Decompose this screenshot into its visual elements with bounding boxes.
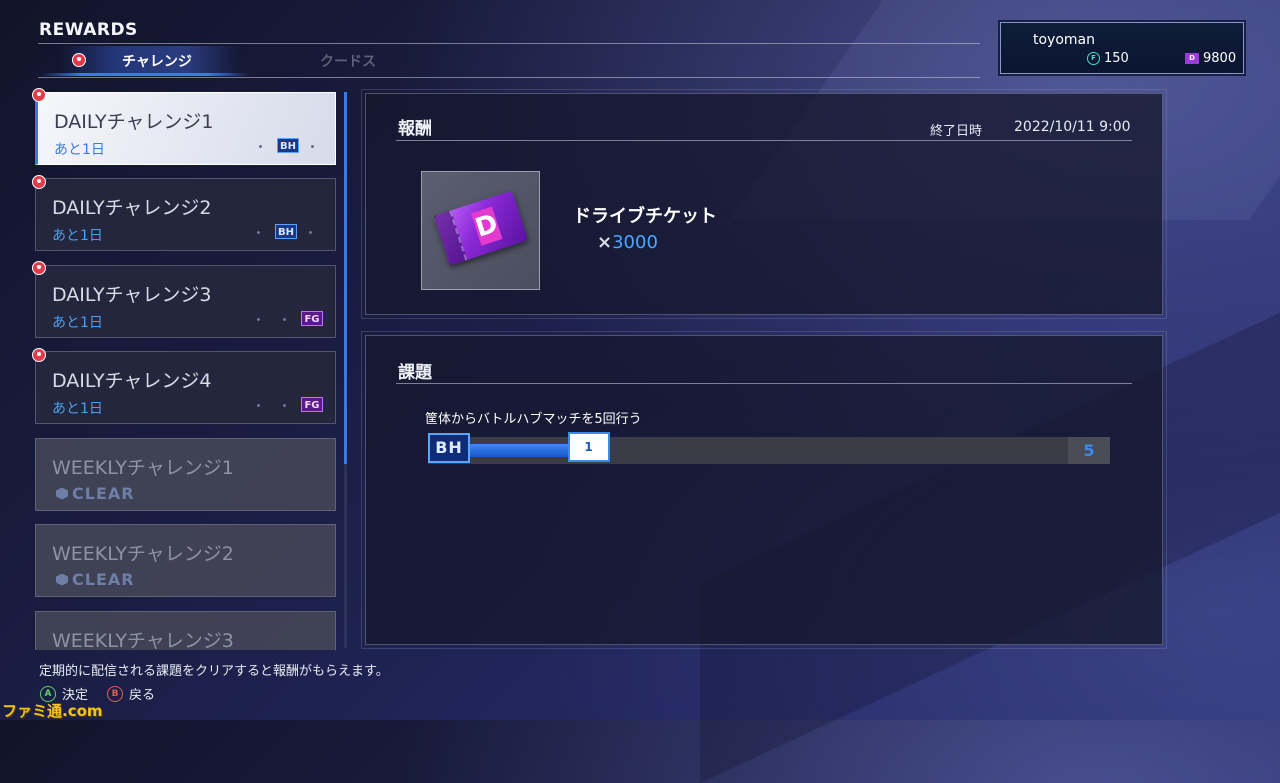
challenge-list[interactable]: DAILYチャレンジ1 あと1日 BH DAILYチャレンジ2 あと1日 BH … bbox=[35, 90, 337, 650]
quantity-prefix: × bbox=[597, 232, 613, 253]
progress-current-marker: 1 bbox=[567, 432, 610, 462]
clear-label: CLEAR bbox=[72, 570, 135, 589]
f-coin-icon: F bbox=[1087, 52, 1100, 65]
reward-item-image: D bbox=[421, 171, 540, 290]
task-description: 筐体からバトルハブマッチを5回行う bbox=[425, 412, 642, 427]
end-date-label: 終了日時 bbox=[930, 124, 983, 139]
challenge-remaining: あと1日 bbox=[54, 142, 105, 158]
header-divider bbox=[38, 43, 980, 44]
challenge-name: WEEKLYチャレンジ3 bbox=[52, 630, 234, 650]
challenge-item-weekly-1[interactable]: WEEKLYチャレンジ1 CLEAR bbox=[35, 438, 336, 511]
watermark-logo: ファミ通.com bbox=[2, 702, 103, 720]
tab-kudos[interactable]: クードス bbox=[320, 51, 376, 71]
help-text: 定期的に配信される課題をクリアすると報酬がもらえます。 bbox=[39, 664, 389, 679]
clear-status: CLEAR bbox=[56, 484, 135, 503]
challenge-name: WEEKLYチャレンジ1 bbox=[52, 457, 234, 479]
drive-ticket-icon: D bbox=[1185, 53, 1199, 64]
slot-dot bbox=[257, 231, 260, 234]
quantity-value: 3000 bbox=[612, 232, 658, 253]
reward-divider bbox=[396, 140, 1132, 141]
challenge-name: DAILYチャレンジ2 bbox=[52, 197, 212, 219]
username: toyoman bbox=[1033, 32, 1095, 48]
slot-dot bbox=[283, 404, 286, 407]
challenge-item-daily-1[interactable]: DAILYチャレンジ1 あと1日 BH bbox=[35, 92, 336, 165]
b-button-icon: B bbox=[107, 685, 123, 702]
challenge-item-daily-2[interactable]: DAILYチャレンジ2 あと1日 BH bbox=[35, 178, 336, 251]
page-title: REWARDS bbox=[39, 20, 138, 40]
progress-goal-marker: 5 bbox=[1068, 437, 1110, 464]
challenge-name: DAILYチャレンジ4 bbox=[52, 370, 212, 392]
back-label: 戻る bbox=[129, 688, 156, 703]
tab-divider bbox=[38, 77, 980, 78]
slot-dot bbox=[283, 318, 286, 321]
slot-dot bbox=[309, 231, 312, 234]
task-progress-track bbox=[428, 437, 1110, 464]
task-title: 課題 bbox=[398, 363, 432, 383]
slot-dot bbox=[259, 145, 262, 148]
slot-dot bbox=[257, 404, 260, 407]
tab-challenge[interactable]: チャレンジ bbox=[122, 51, 192, 71]
reward-item-name: ドライブチケット bbox=[573, 206, 717, 227]
end-date-value: 2022/10/11 9:00 bbox=[1014, 119, 1131, 135]
clear-icon bbox=[56, 573, 68, 586]
challenge-name: DAILYチャレンジ3 bbox=[52, 284, 212, 306]
challenge-item-daily-4[interactable]: DAILYチャレンジ4 あと1日 FG bbox=[35, 351, 336, 424]
battle-hub-mode-icon: BH bbox=[428, 433, 470, 463]
notification-badge-icon bbox=[32, 261, 46, 275]
slot-dot bbox=[311, 145, 314, 148]
clear-status: CLEAR bbox=[56, 570, 135, 589]
back-hint[interactable]: B 戻る bbox=[107, 684, 155, 703]
reward-panel: 報酬 終了日時 2022/10/11 9:00 D ドライブチケット ×3000 bbox=[361, 89, 1167, 319]
challenge-item-weekly-2[interactable]: WEEKLYチャレンジ2 CLEAR bbox=[35, 524, 336, 597]
challenge-item-weekly-3[interactable]: WEEKLYチャレンジ3 bbox=[35, 611, 336, 650]
battle-hub-tag-icon: BH bbox=[275, 224, 297, 239]
clear-icon bbox=[56, 487, 68, 500]
drive-tickets-value: 9800 bbox=[1203, 51, 1237, 66]
tab-active-underline bbox=[40, 73, 250, 76]
slot-dot bbox=[257, 318, 260, 321]
challenge-name: DAILYチャレンジ1 bbox=[54, 111, 214, 133]
notification-badge-icon bbox=[32, 348, 46, 362]
ticket-letter-icon: D bbox=[470, 206, 503, 246]
task-panel: 課題 筐体からバトルハブマッチを5回行う BH 1 5 bbox=[361, 331, 1167, 649]
ticket-notch bbox=[433, 210, 468, 266]
reward-quantity: ×3000 bbox=[597, 232, 658, 253]
notification-badge-icon bbox=[32, 88, 46, 102]
clear-label: CLEAR bbox=[72, 484, 135, 503]
drive-ticket-icon: D bbox=[433, 190, 529, 266]
f-points-value: 150 bbox=[1104, 51, 1129, 66]
fighting-ground-tag-icon: FG bbox=[301, 397, 323, 412]
fighting-ground-tag-icon: FG bbox=[301, 311, 323, 326]
task-divider bbox=[396, 383, 1132, 384]
challenge-remaining: あと1日 bbox=[52, 315, 103, 331]
challenge-item-daily-3[interactable]: DAILYチャレンジ3 あと1日 FG bbox=[35, 265, 336, 338]
user-status-panel: toyoman F 150 D 9800 bbox=[1000, 22, 1244, 74]
notification-badge-icon bbox=[32, 175, 46, 189]
challenge-remaining: あと1日 bbox=[52, 401, 103, 417]
drive-tickets: D 9800 bbox=[1185, 51, 1236, 66]
list-scrollbar[interactable] bbox=[344, 92, 347, 464]
challenge-name: WEEKLYチャレンジ2 bbox=[52, 543, 234, 565]
f-points: F 150 bbox=[1087, 51, 1129, 66]
reward-title: 報酬 bbox=[398, 119, 432, 139]
challenge-remaining: あと1日 bbox=[52, 228, 103, 244]
battle-hub-tag-icon: BH bbox=[277, 138, 299, 153]
notification-badge-icon bbox=[72, 53, 86, 67]
